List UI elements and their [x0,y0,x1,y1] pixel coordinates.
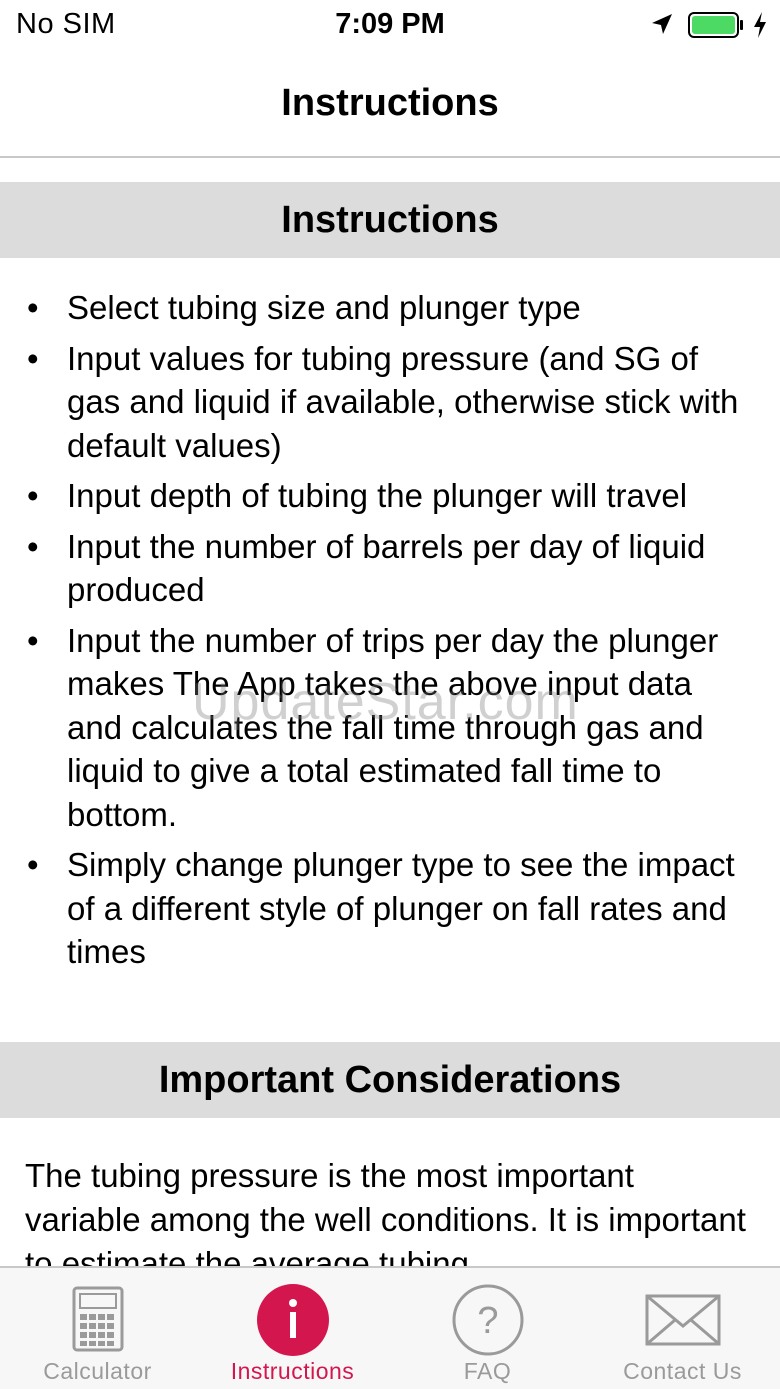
charging-bolt-icon [754,12,766,38]
list-item-text: Select tubing size and plunger type [67,289,581,326]
list-item-text: Input the number of barrels per day of l… [67,527,706,609]
envelope-icon [645,1294,720,1346]
tab-contact-us[interactable]: Contact Us [585,1268,780,1389]
page-title: Instructions [281,82,499,124]
svg-text:?: ? [477,1300,498,1342]
list-item-text: Input depth of tubing the plunger will t… [67,477,688,514]
bullet: • [27,477,39,514]
battery-icon [688,12,743,38]
tab-label: Calculator [43,1358,152,1384]
location-arrow-icon [652,14,672,34]
bullet: • [27,846,39,883]
tab-label: FAQ [463,1358,512,1384]
status-bar: No SIM 7:09 PM [0,0,780,50]
tab-calculator[interactable]: Calculator [0,1268,195,1389]
question-icon: ? [452,1284,523,1356]
list-item: • Simply change plunger type to see the i… [0,843,780,974]
navigation-bar: Instructions [0,50,780,158]
instructions-list: • Select tubing size and plunger type • In… [0,286,780,981]
list-item: • Select tubing size and plunger type [0,286,780,330]
bullet: • [27,527,39,565]
calculator-icon [72,1286,123,1352]
list-item-text: Simply change plunger type to see the im… [67,846,735,970]
tab-label: Instructions [230,1358,355,1384]
tab-faq[interactable]: ? FAQ [390,1268,585,1389]
instructions-content[interactable]: Instructions • Select tubing size and plu… [0,158,780,1266]
tab-label: Contact Us [623,1358,742,1384]
list-item-text: Input values for tubing pressure (and SG… [67,339,739,464]
tab-instructions[interactable]: Instructions [195,1268,390,1389]
considerations-section-header: Important Considerations [0,1042,780,1118]
considerations-paragraph: The tubing pressure is the most importan… [25,1157,746,1266]
bullet: • [27,339,39,377]
tab-bar: Calculator Instructions ? FAQ Contact Us [0,1266,780,1389]
info-icon [256,1284,329,1356]
list-item: • Input values for tubing pressure (and S… [0,337,780,468]
instructions-section-header: Instructions [0,182,780,258]
list-item: • Input depth of tubing the plunger will … [0,474,780,518]
bullet: • [27,621,39,659]
list-item: • Input the number of barrels per day of … [0,525,780,612]
bullet: • [27,289,39,326]
watermark: UpdateStar.com [192,673,579,731]
